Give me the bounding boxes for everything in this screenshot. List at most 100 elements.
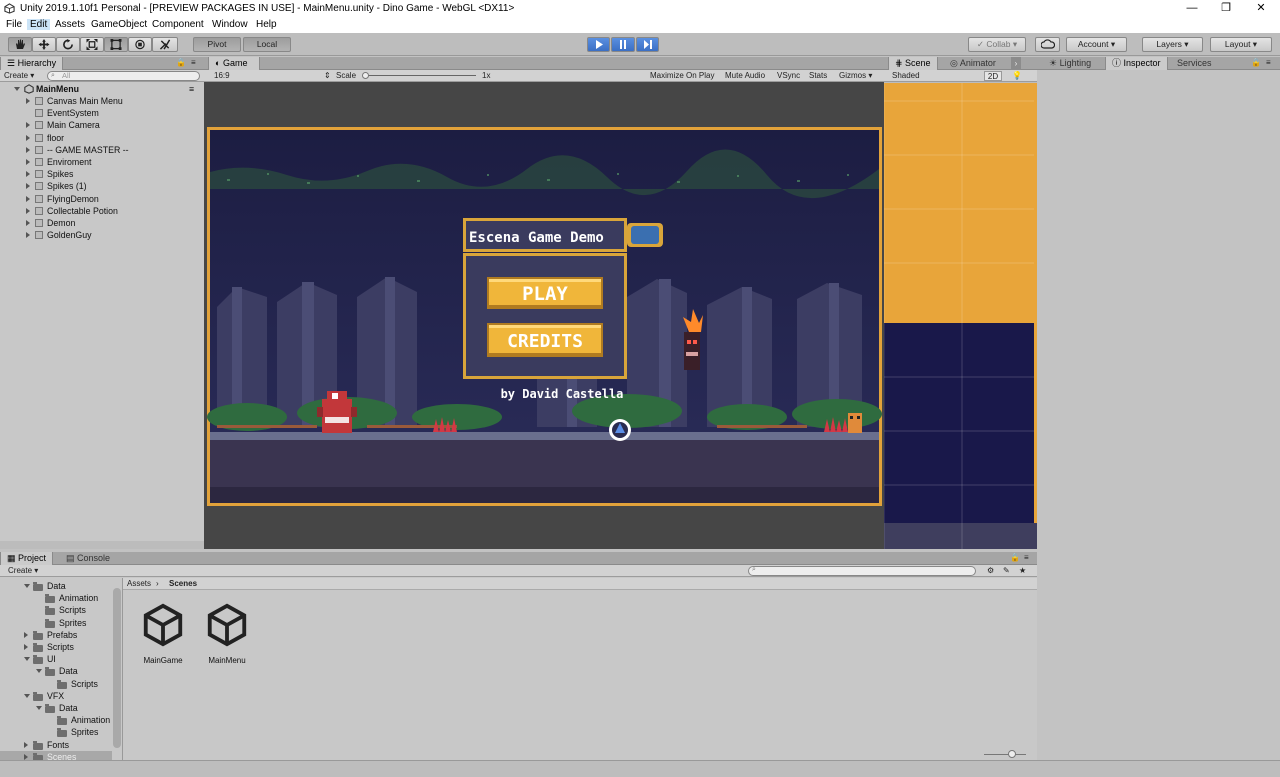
folder-tree-item[interactable]: Scripts (0, 641, 112, 653)
hierarchy-item[interactable]: Canvas Main Menu (0, 95, 204, 107)
mute-audio-toggle[interactable]: Mute Audio (725, 71, 765, 81)
folder-tree-item[interactable]: Fonts (0, 739, 112, 751)
tab-animator[interactable]: ◎ Animator (944, 57, 1002, 70)
favorite-icon[interactable]: ★ (1019, 566, 1026, 576)
expand-arrow-icon[interactable] (26, 98, 30, 104)
credits-menu-button[interactable]: CREDITS (487, 323, 603, 357)
asset-maingame[interactable]: MainGame (140, 602, 188, 668)
step-button[interactable] (636, 37, 659, 52)
expand-arrow-icon[interactable] (24, 644, 28, 650)
project-menu-icon[interactable]: ≡ (1024, 553, 1029, 563)
menu-gameobject[interactable]: GameObject (88, 19, 150, 30)
hierarchy-item[interactable]: floor (0, 132, 204, 144)
close-button[interactable]: ✕ (1246, 1, 1276, 16)
hierarchy-item[interactable]: Collectable Potion (0, 205, 204, 217)
expand-arrow-icon[interactable] (36, 706, 42, 710)
project-search-input[interactable] (748, 566, 976, 576)
scale-tool-button[interactable] (80, 37, 104, 52)
tab-console[interactable]: ▤ Console (60, 552, 116, 565)
layout-dropdown[interactable]: Layout ▾ (1210, 37, 1272, 52)
2d-toggle[interactable]: 2D (984, 71, 1002, 81)
folder-tree-item[interactable]: Animation (0, 592, 112, 604)
asset-mainmenu[interactable]: MainMenu (204, 602, 252, 668)
breadcrumb-assets[interactable]: Assets (127, 579, 151, 589)
tab-scene[interactable]: ⋕ Scene (888, 57, 938, 70)
hierarchy-item[interactable]: FlyingDemon (0, 193, 204, 205)
aspect-dropdown[interactable]: 16:9 ⇕ (214, 71, 331, 81)
icon-size-slider-thumb[interactable] (1008, 750, 1016, 758)
project-create-dropdown[interactable]: Create ▾ (8, 566, 38, 576)
scale-slider-thumb[interactable] (362, 72, 369, 79)
menu-edit[interactable]: Edit (27, 19, 51, 30)
tab-overflow-button[interactable]: › (1011, 57, 1021, 70)
transform-tool-button[interactable] (128, 37, 152, 52)
tab-lighting[interactable]: ☀ Lighting (1043, 57, 1097, 70)
folder-tree-item[interactable]: Data (0, 665, 112, 677)
expand-arrow-icon[interactable] (26, 207, 30, 214)
tab-project[interactable]: ▦ Project (0, 552, 54, 565)
menu-assets[interactable]: Assets (52, 19, 88, 30)
tab-game[interactable]: ◐ Game (208, 57, 260, 70)
expand-arrow-icon[interactable] (24, 753, 28, 760)
inspector-menu-icon[interactable]: ≡ (1266, 58, 1271, 68)
tree-scrollbar[interactable] (113, 588, 121, 748)
rotate-tool-button[interactable] (56, 37, 80, 52)
stats-toggle[interactable]: Stats (809, 71, 827, 81)
hierarchy-search-input[interactable]: All (47, 71, 200, 81)
expand-arrow-icon[interactable] (26, 232, 30, 239)
expand-arrow-icon[interactable] (24, 584, 30, 588)
tab-hierarchy[interactable]: ☰ Hierarchy (0, 57, 64, 70)
expand-arrow-icon[interactable] (26, 183, 30, 190)
expand-arrow-icon[interactable] (36, 669, 42, 674)
play-button[interactable] (587, 37, 610, 52)
tab-services[interactable]: Services (1171, 57, 1218, 70)
pivot-toggle[interactable]: Pivot (193, 37, 241, 52)
gizmos-dropdown[interactable]: Gizmos ▾ (839, 71, 872, 81)
maximize-button[interactable]: ❐ (1211, 1, 1241, 16)
rect-tool-button[interactable] (104, 37, 128, 52)
vsync-toggle[interactable]: VSync (777, 71, 800, 81)
expand-arrow-icon[interactable] (26, 171, 30, 178)
expand-arrow-icon[interactable] (24, 657, 30, 662)
hierarchy-item[interactable]: EventSystem (0, 107, 204, 119)
folder-tree-item[interactable]: UI (0, 653, 112, 665)
folder-tree-item[interactable]: Prefabs (0, 629, 112, 641)
folder-tree-item[interactable]: VFX (0, 690, 112, 702)
expand-arrow-icon[interactable] (26, 134, 30, 141)
expand-arrow-icon[interactable] (24, 631, 28, 638)
hand-tool-button[interactable] (8, 37, 32, 52)
layers-dropdown[interactable]: Layers ▾ (1142, 37, 1203, 52)
pause-button[interactable] (611, 37, 635, 52)
expand-arrow-icon[interactable] (26, 146, 30, 153)
cloud-button[interactable] (1035, 37, 1060, 52)
panel-menu-icon[interactable]: ≡ (191, 58, 196, 68)
expand-arrow-icon[interactable] (24, 693, 30, 698)
folder-tree-item[interactable]: Animation (0, 714, 112, 726)
account-dropdown[interactable]: Account ▾ (1066, 37, 1127, 52)
minimize-button[interactable]: — (1177, 1, 1207, 16)
collab-dropdown[interactable]: ✓ Collab ▾ (968, 37, 1026, 52)
maximize-on-play-toggle[interactable]: Maximize On Play (650, 71, 714, 81)
folder-tree-item[interactable]: Data (0, 702, 112, 714)
light-icon[interactable]: 💡 (1012, 71, 1022, 81)
local-toggle[interactable]: Local (243, 37, 291, 52)
inspector-lock-icon[interactable]: 🔒 (1251, 58, 1261, 68)
menu-file[interactable]: File (3, 19, 25, 30)
menu-help[interactable]: Help (253, 19, 280, 30)
play-menu-button[interactable]: PLAY (487, 277, 603, 309)
hierarchy-item[interactable]: GoldenGuy (0, 229, 204, 241)
hierarchy-item[interactable]: Demon (0, 217, 204, 229)
hierarchy-item[interactable]: Enviroment (0, 156, 204, 168)
shading-dropdown[interactable]: Shaded (892, 71, 920, 81)
hierarchy-item[interactable]: Spikes (0, 168, 204, 180)
expand-arrow-icon[interactable] (24, 741, 28, 748)
tab-inspector[interactable]: ⓘ Inspector (1105, 57, 1168, 70)
move-tool-button[interactable] (32, 37, 56, 52)
folder-tree-item[interactable]: Scripts (0, 678, 112, 690)
scene-menu-icon[interactable]: ≡ (189, 83, 194, 95)
lock-icon[interactable]: 🔒 (176, 58, 186, 68)
folder-tree-item[interactable]: Sprites (0, 617, 112, 629)
folder-tree-item[interactable]: Data (0, 580, 112, 592)
hierarchy-item[interactable]: -- GAME MASTER -- (0, 144, 204, 156)
icon-size-slider-track[interactable] (984, 754, 1026, 755)
